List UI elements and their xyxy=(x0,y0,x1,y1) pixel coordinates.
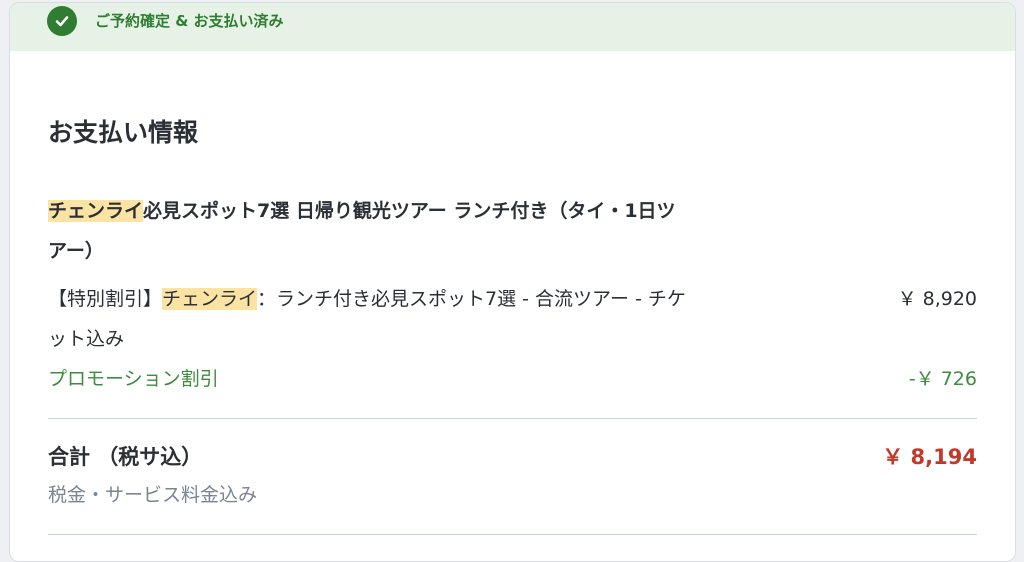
total-row: 合計 （税サ込） ￥ 8,194 xyxy=(48,439,977,475)
promotion-row: プロモーション割引 -￥ 726 xyxy=(48,359,977,399)
line-item: 【特別割引】チェンライ：ランチ付き必見スポット7選 - 合流ツアー - チケット… xyxy=(48,279,977,359)
line-item-name: 【特別割引】チェンライ：ランチ付き必見スポット7選 - 合流ツアー - チケット… xyxy=(48,279,688,359)
check-circle-icon xyxy=(47,5,77,36)
promotion-value: -￥ 726 xyxy=(908,368,977,390)
total-value: ￥ 8,194 xyxy=(882,445,977,469)
line-item-price: ￥ 8,920 xyxy=(897,288,977,310)
line-item-prefix: 【特別割引】 xyxy=(48,288,163,310)
divider xyxy=(48,534,977,535)
payment-card: ご予約確定 & お支払い済み お支払い情報 チェンライ必見スポット7選 日帰り観… xyxy=(9,2,1016,562)
promotion-label: プロモーション割引 xyxy=(48,368,219,390)
tour-title: チェンライ必見スポット7選 日帰り観光ツアー ランチ付き（タイ・1日ツアー） xyxy=(48,191,688,271)
tour-title-rest: 必見スポット7選 日帰り観光ツアー ランチ付き（タイ・1日ツアー） xyxy=(48,200,676,262)
section-title: お支払い情報 xyxy=(48,118,199,147)
tour-title-highlight: チェンライ xyxy=(48,200,144,222)
booking-status-banner: ご予約確定 & お支払い済み xyxy=(10,3,1015,51)
divider xyxy=(48,418,977,419)
total-label: 合計 （税サ込） xyxy=(48,445,203,469)
tax-note: 税金・サービス料金込み xyxy=(48,484,258,506)
booking-status-text: ご予約確定 & お支払い済み xyxy=(95,12,284,30)
line-item-highlight: チェンライ xyxy=(162,288,258,310)
